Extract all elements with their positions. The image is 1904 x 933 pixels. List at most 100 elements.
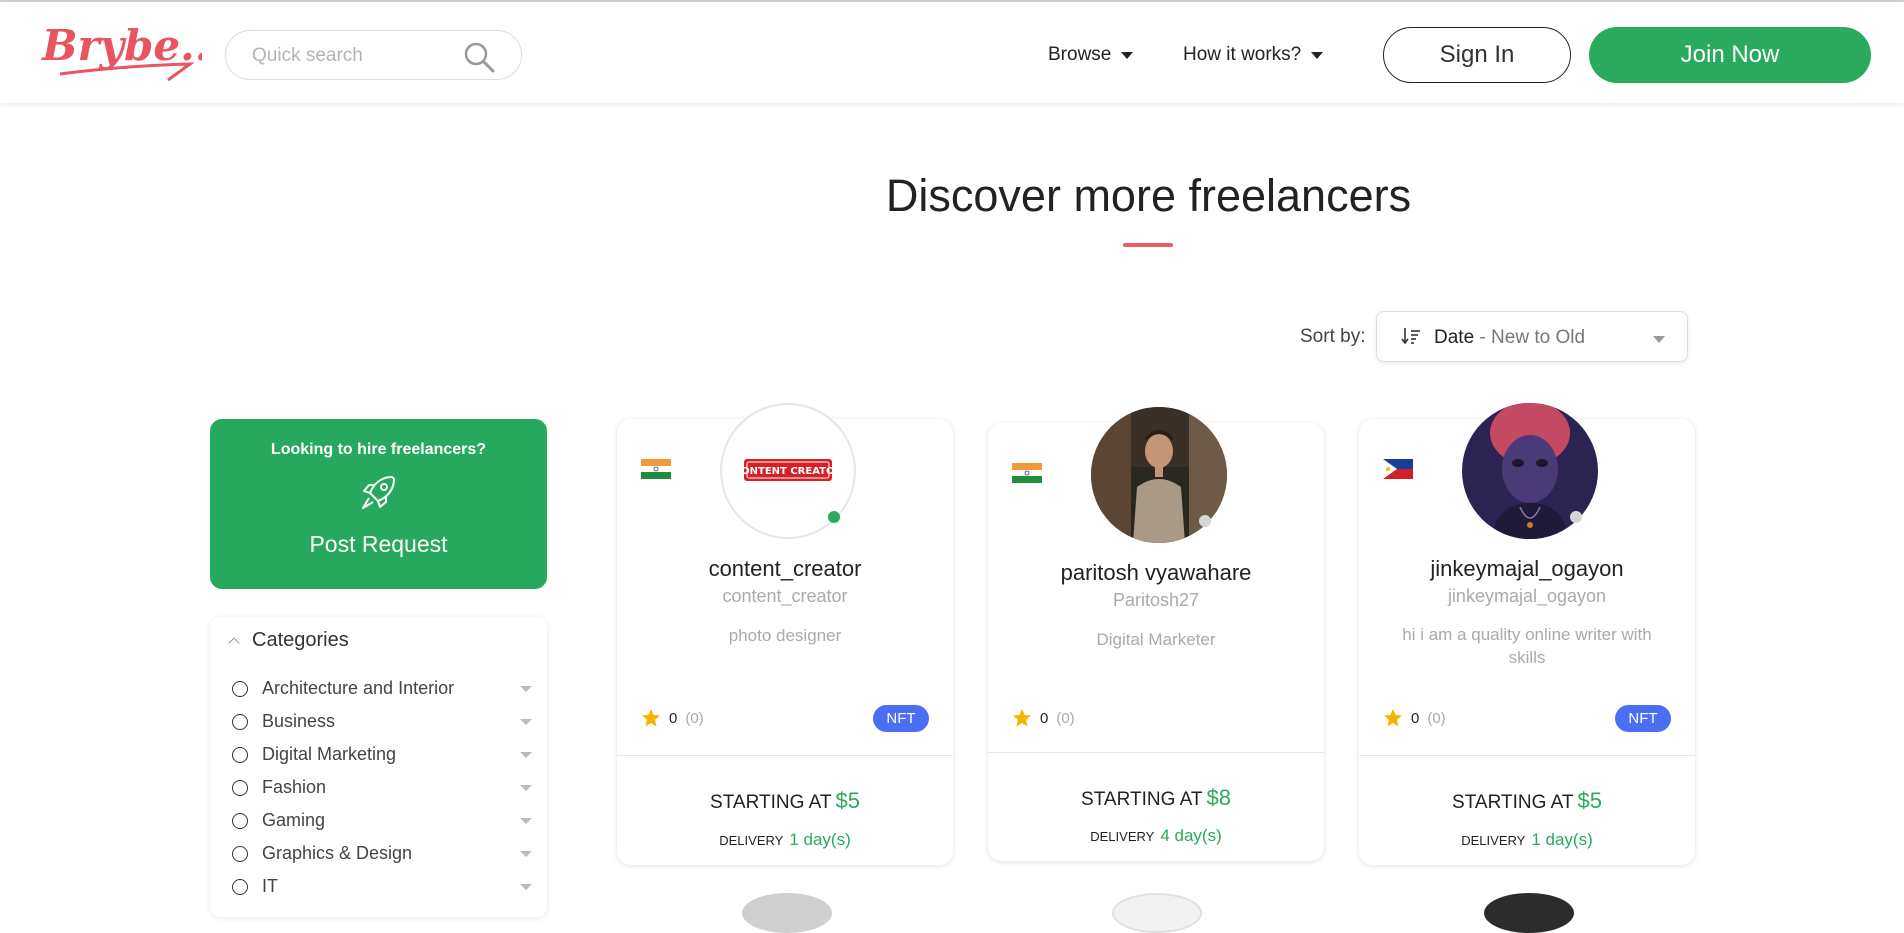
price-value: $5	[835, 788, 860, 813]
india-flag-icon	[641, 459, 671, 479]
sign-in-button[interactable]: Sign In	[1383, 27, 1571, 83]
price-value: $8	[1206, 785, 1231, 810]
category-label: Gaming	[262, 810, 326, 830]
card-divider	[617, 755, 953, 756]
category-item[interactable]: Fashion	[232, 771, 532, 804]
card-divider	[1359, 755, 1695, 756]
radio-button[interactable]	[232, 746, 248, 763]
category-item[interactable]: Business	[232, 705, 532, 738]
card-divider	[988, 752, 1324, 753]
freelancer-card[interactable]: paritosh vyawahare Paritosh27 Digital Ma…	[988, 407, 1324, 861]
rocket-icon	[362, 476, 395, 509]
chevron-down-icon[interactable]	[520, 752, 532, 758]
quick-search[interactable]	[225, 30, 522, 80]
page-title: Discover more freelancers	[885, 170, 1412, 221]
search-input[interactable]	[252, 44, 452, 68]
freelancer-bio: Digital Marketer	[1096, 630, 1216, 649]
caret-down-icon	[1311, 51, 1324, 59]
rating: 0 (0)	[1383, 708, 1446, 728]
top-navbar: Brybe... Browse How it works? Sign In Jo…	[0, 2, 1904, 103]
freelancer-card[interactable]: CONTENT CREATOR content_creator content_…	[617, 403, 953, 865]
sort-value-sub: - New to Old	[1479, 327, 1586, 348]
category-label: Architecture and Interior	[262, 678, 455, 698]
delivery-info: DELIVERY 4 day(s)	[988, 826, 1324, 846]
rating-count: (0)	[1427, 709, 1446, 727]
chevron-down-icon[interactable]	[520, 719, 532, 725]
categories-title: Categories	[252, 629, 349, 651]
avatar[interactable]	[1484, 893, 1574, 933]
radio-button[interactable]	[232, 845, 248, 862]
starting-label: STARTING AT	[1081, 789, 1203, 810]
india-flag-icon	[1012, 463, 1042, 483]
offline-status-dot	[1570, 511, 1582, 523]
star-icon	[642, 709, 660, 727]
rating-count: (0)	[685, 709, 704, 727]
nav-browse[interactable]: Browse	[1048, 44, 1134, 66]
star-icon	[1013, 709, 1031, 727]
chevron-down-icon[interactable]	[520, 851, 532, 857]
category-item[interactable]: Graphics & Design	[232, 837, 532, 870]
delivery-days: 1 day(s)	[1531, 830, 1593, 849]
category-label: Fashion	[262, 777, 327, 797]
rating-value: 0	[1411, 709, 1420, 727]
dropdown-arrow-icon	[1653, 336, 1665, 343]
avatar[interactable]	[1112, 893, 1202, 933]
delivery-days: 4 day(s)	[1160, 826, 1222, 845]
nav-how-it-works[interactable]: How it works?	[1183, 44, 1324, 66]
delivery-label: DELIVERY	[719, 833, 784, 848]
category-label: Business	[262, 711, 336, 731]
nft-badge: NFT	[1615, 705, 1671, 732]
delivery-info: DELIVERY 1 day(s)	[617, 830, 953, 850]
freelancer-card[interactable]: jinkeymajal_ogayon jinkeymajal_ogayon hi…	[1359, 403, 1695, 865]
category-item[interactable]: Digital Marketing	[232, 738, 532, 771]
radio-button[interactable]	[232, 680, 248, 697]
freelancer-name[interactable]: jinkeymajal_ogayon	[1359, 556, 1695, 582]
radio-button[interactable]	[232, 878, 248, 895]
radio-button[interactable]	[232, 812, 248, 829]
title-underline	[1123, 243, 1173, 247]
category-item[interactable]: Architecture and Interior	[232, 672, 532, 705]
starting-price: STARTING AT $5	[617, 788, 953, 814]
post-request-prompt: Looking to hire freelancers?	[270, 441, 487, 458]
chevron-down-icon[interactable]	[520, 686, 532, 692]
delivery-label: DELIVERY	[1090, 829, 1155, 844]
category-item[interactable]: IT	[232, 870, 532, 903]
chevron-up-icon	[228, 636, 240, 649]
offline-status-dot	[1199, 515, 1211, 527]
post-request-card[interactable]: Looking to hire freelancers? Post Reques…	[210, 419, 547, 589]
chevron-down-icon[interactable]	[520, 884, 532, 890]
philippines-flag-icon	[1383, 459, 1413, 479]
radio-button[interactable]	[232, 713, 248, 730]
freelancer-handle: content_creator	[722, 586, 848, 606]
category-item[interactable]: Gaming	[232, 804, 532, 837]
nav-how-label: How it works?	[1183, 44, 1302, 65]
brybe-logo[interactable]: Brybe...	[40, 14, 202, 88]
avatar[interactable]	[742, 893, 832, 933]
freelancer-name[interactable]: content_creator	[617, 556, 953, 582]
starting-label: STARTING AT	[1452, 792, 1574, 813]
radio-button[interactable]	[232, 779, 248, 796]
search-icon[interactable]	[462, 40, 496, 74]
nav-browse-label: Browse	[1048, 44, 1112, 65]
sort-descending-icon	[1401, 328, 1420, 345]
caret-down-icon	[1121, 51, 1134, 59]
delivery-days: 1 day(s)	[789, 830, 851, 849]
rating-value: 0	[669, 709, 678, 727]
category-label: IT	[262, 876, 278, 896]
categories-panel: Categories Architecture and Interior Bus…	[210, 617, 547, 917]
sort-select[interactable]: Date - New to Old	[1376, 311, 1688, 362]
svg-text:CONTENT CREATOR: CONTENT CREATOR	[734, 466, 843, 477]
sort-label: Sort by:	[1300, 326, 1366, 347]
star-icon	[1384, 709, 1402, 727]
price-value: $5	[1577, 788, 1602, 813]
chevron-down-icon[interactable]	[520, 818, 532, 824]
categories-header[interactable]: Categories	[228, 629, 349, 652]
sort-value-main: Date	[1434, 327, 1475, 348]
starting-price: STARTING AT $5	[1359, 788, 1695, 814]
join-now-button[interactable]: Join Now	[1589, 27, 1871, 83]
svg-text:Brybe...: Brybe...	[41, 21, 202, 70]
chevron-down-icon[interactable]	[520, 785, 532, 791]
post-request-button[interactable]: Post Request	[210, 531, 547, 558]
freelancer-name[interactable]: paritosh vyawahare	[988, 560, 1324, 586]
rating-count: (0)	[1056, 709, 1075, 727]
